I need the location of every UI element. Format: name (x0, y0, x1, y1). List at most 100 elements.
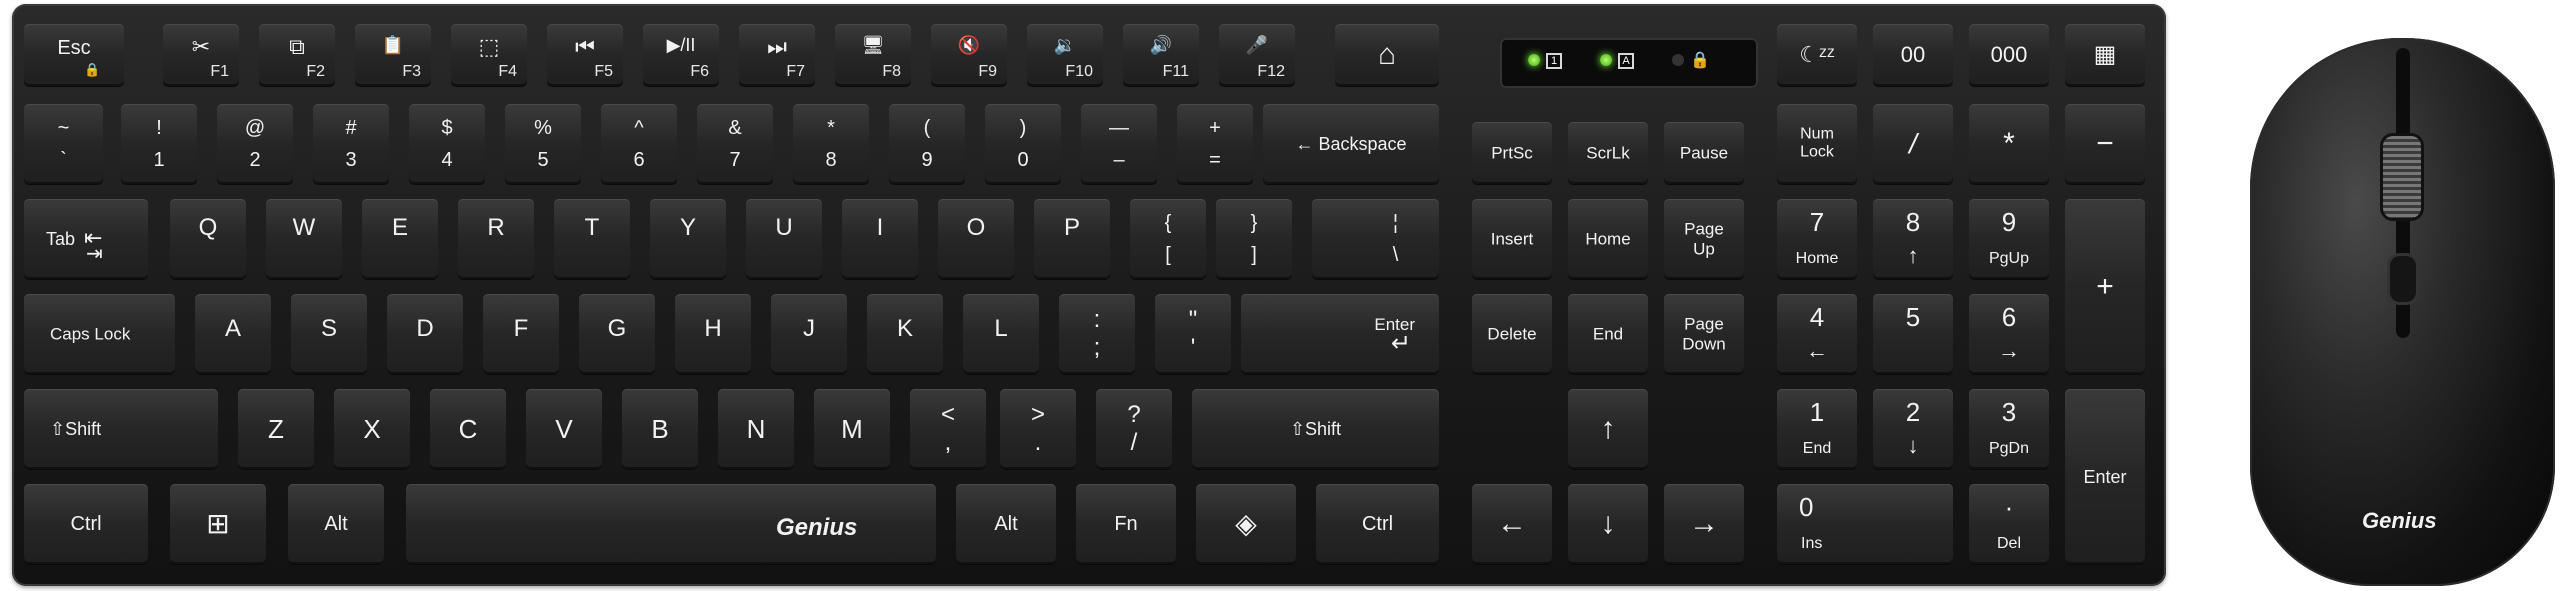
right-alt-key[interactable]: Alt (956, 484, 1056, 564)
numlock-key[interactable]: Num Lock (1777, 104, 1857, 184)
delete-key[interactable]: Delete (1472, 294, 1552, 374)
f11-key[interactable]: 🔊 F11 (1123, 24, 1199, 86)
key-j[interactable]: J (771, 294, 847, 374)
key-a[interactable]: A (195, 294, 271, 374)
f10-key[interactable]: 🔉 F10 (1027, 24, 1103, 86)
numpad-multiply-key[interactable]: * (1969, 104, 2049, 184)
numpad-8-key[interactable]: 8 ↑ (1873, 199, 1953, 279)
key-u[interactable]: U (746, 199, 822, 279)
tilde-key[interactable]: ~ ` (24, 104, 103, 184)
f4-key[interactable]: ⬚ F4 (451, 24, 527, 86)
f5-key[interactable]: ⏮ F5 (547, 24, 623, 86)
key-z[interactable]: Z (238, 389, 314, 469)
scrlk-key[interactable]: ScrLk (1568, 122, 1648, 184)
key-t[interactable]: T (554, 199, 630, 279)
windows-key[interactable]: ⊞ (170, 484, 266, 564)
key-8[interactable]: * 8 (793, 104, 869, 184)
numpad-dot-key[interactable]: · Del (1969, 484, 2049, 564)
key-x[interactable]: X (334, 389, 410, 469)
key-9[interactable]: (9 (889, 104, 965, 184)
key-o[interactable]: O (938, 199, 1014, 279)
key-h[interactable]: H (675, 294, 751, 374)
numpad-0-key[interactable]: 0 Ins (1777, 484, 1953, 564)
minus-key[interactable]: — – (1081, 104, 1157, 184)
key-c[interactable]: C (430, 389, 506, 469)
backslash-key[interactable]: ¦ \ (1312, 199, 1439, 279)
key-q[interactable]: Q (170, 199, 246, 279)
key-m[interactable]: M (814, 389, 890, 469)
key-0[interactable]: ) 0 (985, 104, 1061, 184)
copilot-key[interactable]: ◈ (1196, 484, 1296, 564)
numpad-4-key[interactable]: 4 ← (1777, 294, 1857, 374)
end-key[interactable]: End (1568, 294, 1648, 374)
key-w[interactable]: W (266, 199, 342, 279)
f3-key[interactable]: 📋 F3 (355, 24, 431, 86)
key-r[interactable]: R (458, 199, 534, 279)
f9-key[interactable]: 🔇 F9 (931, 24, 1007, 86)
mouse-dpi-button[interactable] (2390, 256, 2416, 302)
pagedown-key[interactable]: Page Down (1664, 294, 1744, 374)
enter-key[interactable]: Enter ↵ (1241, 294, 1439, 374)
tab-key[interactable]: Tab ⇤ ⇥ (24, 199, 148, 279)
lbracket-key[interactable]: {[ (1130, 199, 1206, 279)
pause-key[interactable]: Pause (1664, 122, 1744, 184)
numpad-6-key[interactable]: 6 → (1969, 294, 2049, 374)
key-v[interactable]: V (526, 389, 602, 469)
arrow-right-key[interactable]: → (1664, 484, 1744, 564)
esc-key[interactable]: Esc 🔒 (24, 24, 124, 86)
key-3[interactable]: #3 (313, 104, 389, 184)
semicolon-key[interactable]: :; (1059, 294, 1135, 374)
numpad-enter-key[interactable]: Enter (2065, 389, 2145, 564)
numpad-divide-key[interactable]: / (1873, 104, 1953, 184)
key-k[interactable]: K (867, 294, 943, 374)
right-ctrl-key[interactable]: Ctrl (1316, 484, 1439, 564)
key-f[interactable]: F (483, 294, 559, 374)
nav-home-key[interactable]: Home (1568, 199, 1648, 279)
double-zero-key[interactable]: 00 (1873, 24, 1953, 86)
key-l[interactable]: L (963, 294, 1039, 374)
key-d[interactable]: D (387, 294, 463, 374)
key-6[interactable]: ^ 6 (601, 104, 677, 184)
prtsc-key[interactable]: PrtSc (1472, 122, 1552, 184)
sleep-key[interactable]: ☾ᶻᶻ (1777, 24, 1857, 86)
f12-key[interactable]: 🎤 F12 (1219, 24, 1295, 86)
key-i[interactable]: I (842, 199, 918, 279)
key-5[interactable]: % 5 (505, 104, 581, 184)
key-7[interactable]: & 7 (697, 104, 773, 184)
key-n[interactable]: N (718, 389, 794, 469)
comma-key[interactable]: <, (910, 389, 986, 469)
triple-zero-key[interactable]: 000 (1969, 24, 2049, 86)
f6-key[interactable]: ▶/II F6 (643, 24, 719, 86)
key-b[interactable]: B (622, 389, 698, 469)
right-shift-key[interactable]: ⇧Shift (1192, 389, 1439, 469)
numpad-minus-key[interactable]: − (2065, 104, 2145, 184)
arrow-left-key[interactable]: ← (1472, 484, 1552, 564)
scroll-wheel[interactable] (2383, 136, 2421, 218)
left-shift-key[interactable]: ⇧Shift (24, 389, 218, 469)
key-p[interactable]: P (1034, 199, 1110, 279)
fn-key[interactable]: Fn (1076, 484, 1176, 564)
quote-key[interactable]: " ' (1155, 294, 1231, 374)
insert-key[interactable]: Insert (1472, 199, 1552, 279)
backspace-key[interactable]: ← Backspace (1263, 104, 1439, 184)
key-y[interactable]: Y (650, 199, 726, 279)
numpad-2-key[interactable]: 2 ↓ (1873, 389, 1953, 469)
arrow-up-key[interactable]: ↑ (1568, 389, 1648, 469)
f2-key[interactable]: ⧉ F2 (259, 24, 335, 86)
key-s[interactable]: S (291, 294, 367, 374)
key-4[interactable]: $4 (409, 104, 485, 184)
numpad-5-key[interactable]: 5 (1873, 294, 1953, 374)
left-alt-key[interactable]: Alt (288, 484, 384, 564)
rbracket-key[interactable]: }] (1216, 199, 1292, 279)
f8-key[interactable]: 🖥 F8 (835, 24, 911, 86)
f7-key[interactable]: ⏭ F7 (739, 24, 815, 86)
numpad-7-key[interactable]: 7 Home (1777, 199, 1857, 279)
home-web-key[interactable]: ⌂ (1335, 24, 1439, 86)
calculator-key[interactable]: ▦ (2065, 24, 2145, 86)
numpad-1-key[interactable]: 1 End (1777, 389, 1857, 469)
arrow-down-key[interactable]: ↓ (1568, 484, 1648, 564)
numpad-9-key[interactable]: 9 PgUp (1969, 199, 2049, 279)
numpad-plus-key[interactable]: + (2065, 199, 2145, 374)
key-1[interactable]: ! 1 (121, 104, 197, 184)
key-g[interactable]: G (579, 294, 655, 374)
